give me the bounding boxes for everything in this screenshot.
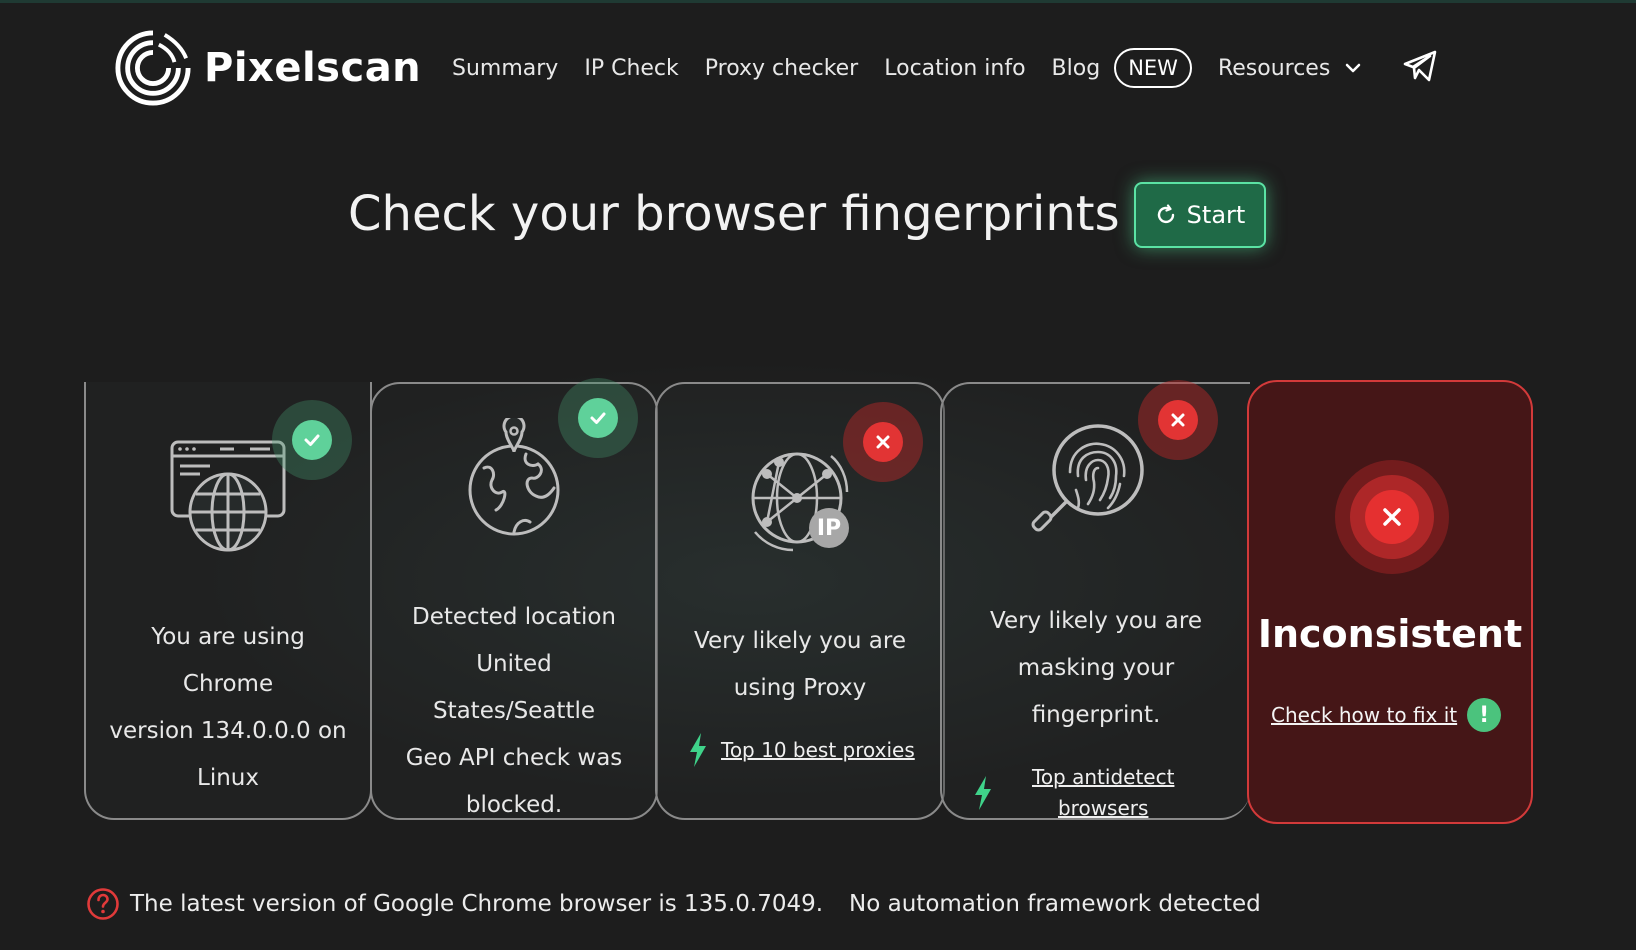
card-line: fingerprint. [1031,702,1161,728]
antidetect-link-line: browsers [1057,796,1149,820]
chevron-down-icon [1346,63,1361,73]
nav-resources-label: Resources [1217,55,1331,81]
lightning-icon [690,733,706,767]
inconsistent-status-badge [1335,460,1449,574]
card-line: Linux [197,765,259,791]
close-icon [1383,508,1401,526]
status-ok-badge [558,378,638,458]
start-button-label: Start [1186,201,1246,229]
antidetect-link-line: Top antidetect [1032,765,1175,789]
brand-logo[interactable]: Pixelscan [114,28,421,108]
top-proxies-link[interactable]: Top 10 best proxies [687,732,915,768]
card-line: blocked. [465,792,563,818]
card-line: version 134.0.0.0 on [109,718,347,744]
refresh-icon [1157,204,1174,224]
nav-location-info[interactable]: Location info [884,56,1025,81]
earth-location-icon [468,418,560,536]
page-title: Check your browser fingerprints [348,186,1120,242]
nav-blog[interactable]: Blog [1052,56,1101,81]
question-circle-icon[interactable] [86,887,120,921]
summary-card: Inconsistent Check how to fix it ! [1247,380,1533,824]
nav-proxy-checker[interactable]: Proxy checker [705,56,858,81]
check-icon [590,412,606,424]
card-line: Very likely you are [694,628,906,654]
card-line: masking your [1017,655,1175,681]
fingerprint-card: Very likely you are masking your fingerp… [940,380,1250,820]
pixelscan-logo-icon [115,30,191,106]
fix-link[interactable]: Check how to fix it ! [1271,698,1502,732]
new-badge: NEW [1114,48,1192,88]
top-proxies-link-label: Top 10 best proxies [721,738,915,762]
automation-note: No automation framework detected [849,891,1261,917]
status-error-badge [843,402,923,482]
exclamation-icon: ! [1467,698,1502,732]
card-line: Chrome [182,671,274,697]
card-line: using Proxy [733,675,867,701]
card-line: United [476,651,552,677]
summary-title: Inconsistent [1257,612,1523,656]
nav-resources[interactable]: Resources [1218,56,1362,81]
browser-card: You are using Chrome version 134.0.0.0 o… [84,382,372,820]
card-line: Detected location [411,604,616,630]
card-line: You are using [151,624,305,650]
fix-link-label: Check how to fix it [1271,703,1458,727]
telegram-icon [1403,50,1437,82]
top-nav: Pixelscan Summary IP Check Proxy checker… [0,0,1636,140]
nav-summary[interactable]: Summary [452,56,558,81]
card-line: Geo API check was [405,745,623,771]
proxy-card: IP Very likely you are using Proxy Top 1… [655,382,945,820]
proxy-icon-group: IP [747,448,859,560]
nav-links: Summary IP Check Proxy checker Location … [452,44,1438,92]
location-card: Detected location United States/Seattle … [370,378,658,820]
start-button[interactable]: Start [1134,182,1266,248]
lightning-icon [975,776,991,810]
chrome-version-note: The latest version of Google Chrome brow… [130,891,824,917]
status-ok-badge [272,400,352,480]
card-line: Very likely you are [990,608,1202,634]
telegram-link[interactable] [1402,48,1438,88]
footer-status: The latest version of Google Chrome brow… [86,884,1261,924]
nav-ip-check[interactable]: IP Check [584,56,678,81]
close-icon [876,435,890,449]
brand-name: Pixelscan [204,45,422,91]
check-icon [304,434,320,446]
browser-globe-icon [170,440,286,552]
status-error-badge [1138,380,1218,460]
close-icon [1171,413,1185,427]
card-line: States/Seattle [432,698,596,724]
antidetect-browsers-link[interactable]: Top antidetect browsers [972,762,1174,824]
ip-badge: IP [809,508,849,548]
fingerprint-search-icon [1031,424,1144,532]
